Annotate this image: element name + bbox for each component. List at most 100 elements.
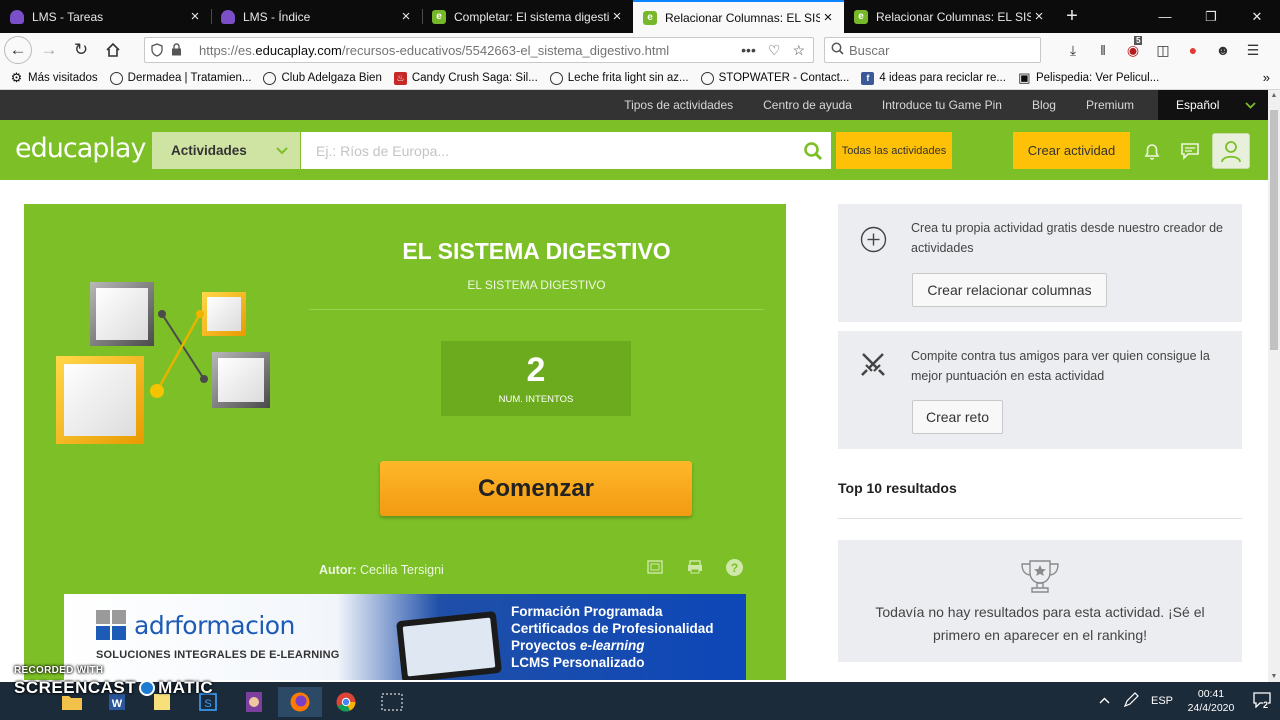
- facebook-icon: f: [861, 71, 875, 85]
- download-icon[interactable]: ⤓: [1062, 42, 1084, 59]
- pocket-icon[interactable]: ♡: [768, 42, 781, 59]
- close-tab-icon[interactable]: ×: [609, 8, 625, 25]
- start-button[interactable]: Comenzar: [380, 461, 692, 516]
- relate-columns-illustration-icon: [56, 282, 270, 444]
- browser-tab[interactable]: e Completar: El sistema digestivo ×: [422, 0, 633, 33]
- window-controls: — ❐ ✕: [1142, 0, 1280, 33]
- library-icon[interactable]: ‖: [1092, 42, 1114, 58]
- author-name[interactable]: Cecilia Tersigni: [360, 563, 444, 577]
- search-icon[interactable]: [800, 138, 826, 164]
- page-scrollbar[interactable]: ▲ ▼: [1268, 90, 1280, 682]
- sidebar-toggle-icon[interactable]: ◫: [1152, 42, 1174, 59]
- bookmark-label: Candy Crush Saga: Sil...: [411, 72, 538, 84]
- game-app-icon[interactable]: [232, 687, 276, 717]
- author-label: Autor:: [319, 563, 357, 577]
- close-tab-icon[interactable]: ×: [820, 9, 836, 26]
- window-close-icon[interactable]: ✕: [1234, 0, 1280, 33]
- screen-recorder-icon[interactable]: [370, 687, 414, 717]
- url-text[interactable]: https://es.educaplay.com/recursos-educat…: [145, 43, 741, 58]
- bookmark-item[interactable]: Club Adelgaza Bien: [263, 71, 382, 85]
- bookmark-item[interactable]: ▣ Pelispedia: Ver Pelicul...: [1018, 70, 1159, 85]
- browser-tab-active[interactable]: e Relacionar Columnas: EL SISTEMA ×: [633, 0, 844, 33]
- bookmark-item[interactable]: STOPWATER - Contact...: [700, 71, 849, 85]
- forward-icon[interactable]: →: [34, 35, 64, 65]
- educaplay-logo[interactable]: educaplay: [15, 133, 146, 164]
- browser-tab[interactable]: LMS - Índice ×: [211, 0, 422, 33]
- nav-link-game-pin[interactable]: Introduce tu Game Pin: [882, 98, 1002, 112]
- scroll-down-icon[interactable]: ▼: [1268, 673, 1280, 680]
- scroll-up-icon[interactable]: ▲: [1268, 92, 1280, 99]
- bookmark-item[interactable]: f 4 ideas para reciclar re...: [861, 71, 1006, 85]
- bookmark-star-icon[interactable]: ☆: [792, 42, 805, 59]
- lms-favicon-icon: [221, 9, 235, 24]
- pen-icon[interactable]: [1116, 691, 1146, 711]
- shield-icon[interactable]: [151, 43, 163, 60]
- nav-link-premium[interactable]: Premium: [1086, 98, 1134, 112]
- browser-nav-bar: ← → ↻ https://es.educaplay.com/recursos-…: [0, 33, 1280, 67]
- close-tab-icon[interactable]: ×: [187, 8, 203, 25]
- browser-tab[interactable]: LMS - Tareas ×: [0, 0, 211, 33]
- ad-brand: adrformacion: [134, 610, 295, 640]
- tab-title: Relacionar Columnas: EL SISTEMA: [876, 9, 1031, 24]
- fullscreen-icon[interactable]: [646, 559, 664, 575]
- url-bar[interactable]: https://es.educaplay.com/recursos-educat…: [144, 37, 814, 63]
- help-icon[interactable]: ?: [726, 559, 743, 576]
- bookmark-item[interactable]: Leche frita light sin az...: [549, 71, 689, 85]
- ad-line: Certificados de Profesionalidad: [511, 621, 714, 636]
- globe-icon: [109, 71, 123, 85]
- print-icon[interactable]: [686, 559, 704, 575]
- firefox-icon[interactable]: [278, 687, 322, 717]
- tab-title: Completar: El sistema digestivo: [454, 9, 609, 24]
- messages-icon[interactable]: [1178, 140, 1202, 162]
- account-icon[interactable]: ☻: [1212, 42, 1234, 58]
- bookmark-item[interactable]: ⚙ Más visitados: [10, 70, 98, 85]
- category-select[interactable]: Actividades: [152, 132, 300, 169]
- gear-icon: ⚙: [10, 70, 23, 85]
- bookmark-item[interactable]: ♨ Candy Crush Saga: Sil...: [393, 71, 538, 85]
- nav-link-activity-types[interactable]: Tipos de actividades: [624, 98, 733, 112]
- reload-icon[interactable]: ↻: [66, 35, 96, 65]
- all-activities-button[interactable]: Todas las actividades: [836, 132, 952, 169]
- minimize-icon[interactable]: —: [1142, 0, 1188, 33]
- notifications-icon[interactable]: 2: [1244, 691, 1280, 711]
- chrome-icon[interactable]: [324, 687, 368, 717]
- notifications-badge: 2: [1263, 699, 1269, 710]
- bell-icon[interactable]: [1140, 140, 1164, 162]
- recorder-watermark: RECORDED WITH SCREENCAST MATIC: [14, 665, 213, 698]
- browser-tab[interactable]: e Relacionar Columnas: EL SISTEMA ×: [844, 0, 1055, 33]
- system-tray: ESP 00:41 24/4/2020 2: [1092, 682, 1280, 720]
- create-challenge-button[interactable]: Crear reto: [912, 400, 1003, 434]
- maximize-icon[interactable]: ❐: [1188, 0, 1234, 33]
- nav-link-help-center[interactable]: Centro de ayuda: [763, 98, 852, 112]
- menu-icon[interactable]: ☰: [1242, 42, 1264, 59]
- user-avatar-icon[interactable]: [1212, 133, 1250, 169]
- clock[interactable]: 00:41 24/4/2020: [1178, 687, 1244, 715]
- create-relate-columns-button[interactable]: Crear relacionar columnas: [912, 273, 1107, 307]
- ublock-icon[interactable]: ◉ 5: [1122, 35, 1144, 59]
- close-tab-icon[interactable]: ×: [398, 8, 414, 25]
- more-bookmarks-icon[interactable]: »: [1263, 70, 1270, 85]
- language-selector[interactable]: Español: [1158, 90, 1268, 120]
- page-actions-icon[interactable]: •••: [741, 42, 756, 59]
- back-icon[interactable]: ←: [4, 36, 32, 64]
- nav-link-blog[interactable]: Blog: [1032, 98, 1056, 112]
- browser-search-bar[interactable]: Buscar: [824, 37, 1041, 63]
- logo-part-light: play: [92, 133, 146, 164]
- activity-search-input[interactable]: [301, 132, 831, 169]
- top10-divider: [838, 518, 1242, 519]
- tab-title: Relacionar Columnas: EL SISTEMA: [665, 10, 820, 25]
- bookmark-item[interactable]: Dermadea | Tratamien...: [109, 71, 251, 85]
- bookmark-label: 4 ideas para reciclar re...: [879, 72, 1006, 84]
- input-language[interactable]: ESP: [1146, 695, 1178, 707]
- language-label: Español: [1176, 98, 1220, 112]
- close-tab-icon[interactable]: ×: [1031, 8, 1047, 25]
- create-activity-button[interactable]: Crear actividad: [1013, 132, 1130, 169]
- new-tab-icon[interactable]: +: [1055, 0, 1089, 33]
- chevron-up-icon[interactable]: [1092, 695, 1116, 707]
- lock-icon[interactable]: [171, 43, 182, 59]
- scrollbar-thumb[interactable]: [1270, 110, 1278, 350]
- record-icon[interactable]: ●: [1182, 42, 1204, 58]
- watermark-brand-part: MATIC: [158, 678, 214, 697]
- home-icon[interactable]: [98, 35, 128, 65]
- tablet-illustration-icon: [396, 610, 502, 680]
